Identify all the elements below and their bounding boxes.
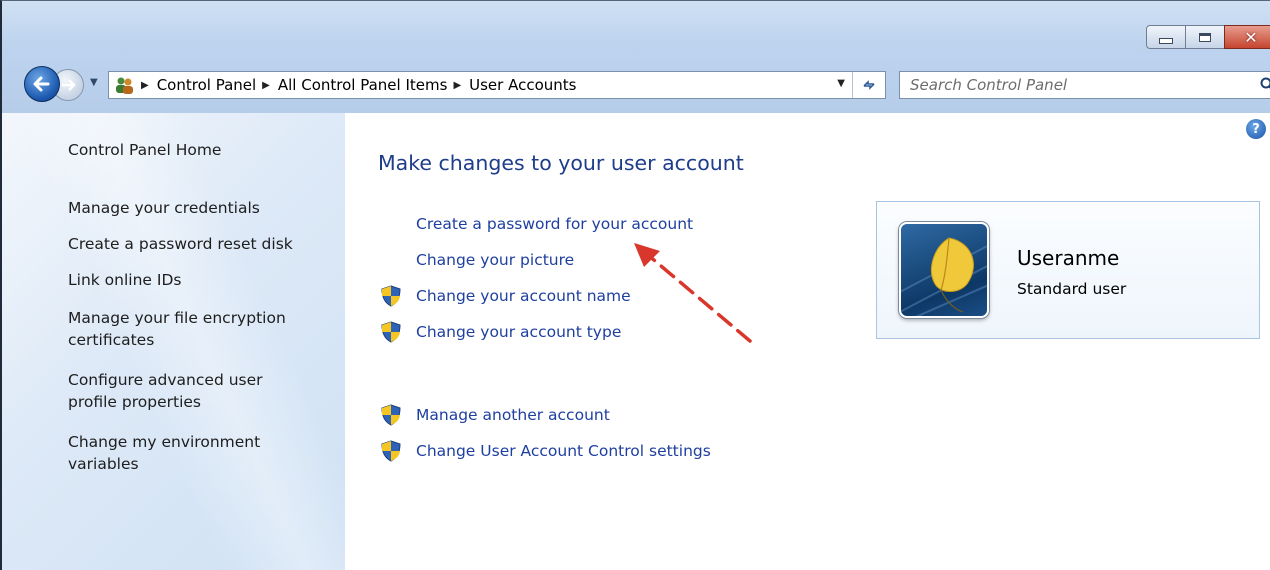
breadcrumb-separator[interactable]: ▶ — [262, 80, 270, 91]
annotation-arrow — [634, 243, 752, 343]
close-icon: ✕ — [1244, 27, 1258, 47]
sidebar-item-link-online-ids[interactable]: Link online IDs — [68, 269, 181, 291]
change-account-name-link[interactable]: Change your account name — [416, 287, 631, 305]
create-password-link[interactable]: Create a password for your account — [416, 215, 693, 233]
caption-buttons: ✕ — [1146, 25, 1270, 49]
leaf-icon — [901, 237, 987, 316]
manage-another-account-link[interactable]: Manage another account — [416, 406, 610, 424]
close-button[interactable]: ✕ — [1224, 25, 1270, 49]
change-picture-link[interactable]: Change your picture — [416, 251, 574, 269]
address-bar[interactable]: ▶ Control Panel ▶ All Control Panel Item… — [108, 71, 886, 99]
refresh-icon — [863, 80, 875, 90]
user-accounts-icon — [113, 75, 135, 95]
page-title: Make changes to your user account — [378, 151, 744, 175]
sidebar-item-manage-credentials[interactable]: Manage your credentials — [68, 197, 260, 219]
breadcrumb-separator: ▶ — [141, 79, 149, 91]
account-picture[interactable] — [899, 222, 989, 318]
sidebar-item-file-encryption[interactable]: Manage your file encryption certificates — [68, 307, 318, 351]
back-button[interactable] — [24, 66, 60, 102]
left-task-pane: Control Panel Home Manage your credentia… — [2, 113, 345, 570]
breadcrumb-control-panel[interactable]: Control Panel — [157, 76, 256, 94]
sidebar-item-advanced-profile[interactable]: Configure advanced user profile properti… — [68, 369, 298, 413]
help-icon[interactable]: ? — [1246, 119, 1266, 139]
change-account-type-link[interactable]: Change your account type — [416, 323, 621, 341]
back-arrow-icon — [33, 76, 50, 92]
account-type: Standard user — [1017, 280, 1127, 298]
maximize-icon — [1199, 32, 1211, 42]
uac-shield-icon — [381, 404, 401, 426]
minimize-icon — [1159, 38, 1173, 44]
uac-settings-link[interactable]: Change User Account Control settings — [416, 442, 711, 460]
address-dropdown-icon[interactable]: ▼ — [837, 78, 845, 89]
breadcrumb-separator[interactable]: ▶ — [453, 80, 461, 91]
sidebar-item-environment-variables[interactable]: Change my environment variables — [68, 431, 298, 475]
account-card: Useranme Standard user — [876, 201, 1260, 339]
minimize-button[interactable] — [1146, 25, 1186, 49]
search-icon[interactable] — [1259, 76, 1270, 94]
title-bar: ✕ ▼ ▶ Control Panel ▶ All Control Panel … — [2, 1, 1270, 113]
explorer-window: ✕ ▼ ▶ Control Panel ▶ All Control Panel … — [0, 0, 1270, 570]
search-placeholder: Search Control Panel — [910, 76, 1068, 94]
breadcrumb-user-accounts[interactable]: User Accounts — [469, 76, 576, 94]
uac-shield-icon — [381, 285, 401, 307]
navigation-bar: ▼ ▶ Control Panel ▶ All Control Panel It… — [24, 63, 1270, 103]
control-panel-home-link[interactable]: Control Panel Home — [68, 139, 221, 161]
breadcrumb-all-items[interactable]: All Control Panel Items — [278, 76, 448, 94]
recent-pages-dropdown[interactable]: ▼ — [90, 77, 98, 88]
uac-shield-icon — [381, 321, 401, 343]
account-name: Useranme — [1017, 246, 1120, 270]
uac-shield-icon — [381, 440, 401, 462]
sidebar-item-password-reset-disk[interactable]: Create a password reset disk — [68, 233, 293, 255]
refresh-button[interactable] — [852, 72, 885, 98]
maximize-button[interactable] — [1185, 25, 1225, 49]
search-input[interactable]: Search Control Panel — [899, 71, 1270, 99]
